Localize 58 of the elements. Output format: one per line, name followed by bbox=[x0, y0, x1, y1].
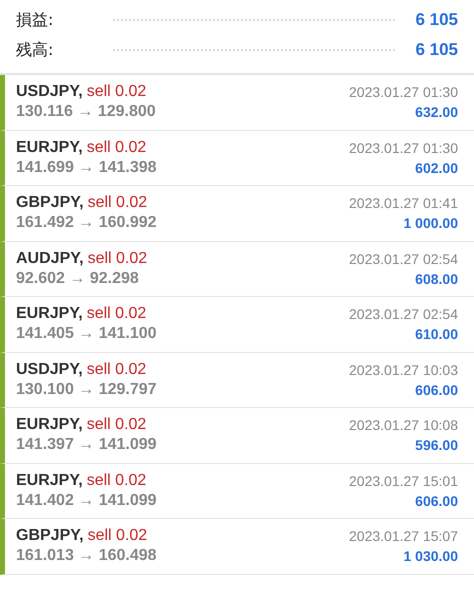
price-range: 141.402 → 141.099 bbox=[16, 492, 158, 510]
deal-time: 2023.01.27 10:08 bbox=[349, 417, 458, 434]
symbol-label: GBPJPY, bbox=[16, 527, 84, 546]
profit-value: 606.00 bbox=[415, 382, 458, 398]
deal-time: 2023.01.27 02:54 bbox=[349, 250, 458, 267]
order-type: sell 0.02 bbox=[86, 138, 146, 157]
order-type: sell 0.02 bbox=[86, 83, 146, 102]
deal-row[interactable]: EURJPY, sell 0.02 141.397 → 141.099 2023.01.27 10:08 596.00 bbox=[0, 408, 474, 464]
symbol-label: USDJPY, bbox=[16, 83, 83, 102]
profit-value: 610.00 bbox=[415, 326, 458, 342]
profit-value: 1 030.00 bbox=[404, 548, 458, 564]
profit-value: 602.00 bbox=[415, 160, 458, 176]
deal-time: 2023.01.27 01:41 bbox=[349, 195, 458, 212]
deal-time: 2023.01.27 15:01 bbox=[349, 472, 458, 489]
deal-row[interactable]: GBPJPY, sell 0.02 161.013 → 160.498 2023.01.27 15:07 1 030.00 bbox=[0, 519, 474, 574]
symbol-label: USDJPY, bbox=[16, 360, 83, 379]
profit-value: 606.00 bbox=[415, 492, 458, 509]
price-range: 130.100 → 129.797 bbox=[16, 380, 158, 399]
order-type: sell 0.02 bbox=[88, 250, 148, 268]
price-range: 141.699 → 141.398 bbox=[16, 158, 158, 177]
summary-value: 6 105 bbox=[415, 40, 458, 60]
price-range: 161.013 → 160.498 bbox=[16, 547, 158, 566]
deal-row[interactable]: USDJPY, sell 0.02 130.116 → 129.800 2023.01.27 01:30 632.00 bbox=[0, 75, 474, 130]
summary-label: 残高: bbox=[16, 40, 54, 60]
deal-time: 2023.01.27 01:30 bbox=[349, 84, 458, 100]
profit-value: 1 000.00 bbox=[404, 215, 458, 232]
price-range: 141.405 → 141.100 bbox=[16, 325, 158, 344]
deal-row[interactable]: EURJPY, sell 0.02 141.402 → 141.099 2023.01.27 15:01 606.00 bbox=[0, 464, 474, 519]
deal-time: 2023.01.27 01:30 bbox=[349, 140, 458, 156]
deal-row[interactable]: AUDJPY, sell 0.02 92.602 → 92.298 2023.01.27 02:54 608.00 bbox=[0, 242, 474, 297]
profit-value: 608.00 bbox=[415, 270, 458, 287]
symbol-label: AUDJPY, bbox=[16, 250, 84, 268]
symbol-label: EURJPY, bbox=[16, 472, 83, 490]
deal-row[interactable]: GBPJPY, sell 0.02 161.492 → 160.992 2023.01.27 01:41 1 000.00 bbox=[0, 186, 474, 242]
price-range: 141.397 → 141.099 bbox=[16, 436, 158, 454]
price-range: 161.492 → 160.992 bbox=[16, 214, 158, 232]
summary-value: 6 105 bbox=[415, 10, 458, 30]
order-type: sell 0.02 bbox=[86, 472, 146, 490]
symbol-label: GBPJPY, bbox=[16, 194, 84, 212]
order-type: sell 0.02 bbox=[86, 360, 146, 379]
symbol-label: EURJPY, bbox=[16, 138, 83, 157]
deal-row[interactable]: EURJPY, sell 0.02 141.699 → 141.398 2023.01.27 01:30 602.00 bbox=[0, 130, 474, 186]
order-type: sell 0.02 bbox=[88, 194, 148, 212]
symbol-label: EURJPY, bbox=[16, 416, 83, 434]
order-type: sell 0.02 bbox=[88, 527, 148, 546]
symbol-label: EURJPY, bbox=[16, 305, 83, 324]
order-type: sell 0.02 bbox=[86, 416, 146, 434]
deal-time: 2023.01.27 15:07 bbox=[349, 528, 458, 544]
deal-time: 2023.01.27 10:03 bbox=[349, 362, 458, 378]
profit-value: 632.00 bbox=[415, 104, 458, 120]
profit-value: 596.00 bbox=[415, 437, 458, 454]
summary-label: 損益: bbox=[16, 10, 54, 30]
order-type: sell 0.02 bbox=[86, 305, 146, 324]
deal-row[interactable]: USDJPY, sell 0.02 130.100 → 129.797 2023.01.27 10:03 606.00 bbox=[0, 352, 474, 408]
deal-row[interactable]: EURJPY, sell 0.02 141.405 → 141.100 2023.01.27 02:54 610.00 bbox=[0, 297, 474, 352]
deal-time: 2023.01.27 02:54 bbox=[349, 306, 458, 322]
price-range: 130.116 → 129.800 bbox=[16, 103, 157, 122]
price-range: 92.602 → 92.298 bbox=[16, 270, 140, 288]
